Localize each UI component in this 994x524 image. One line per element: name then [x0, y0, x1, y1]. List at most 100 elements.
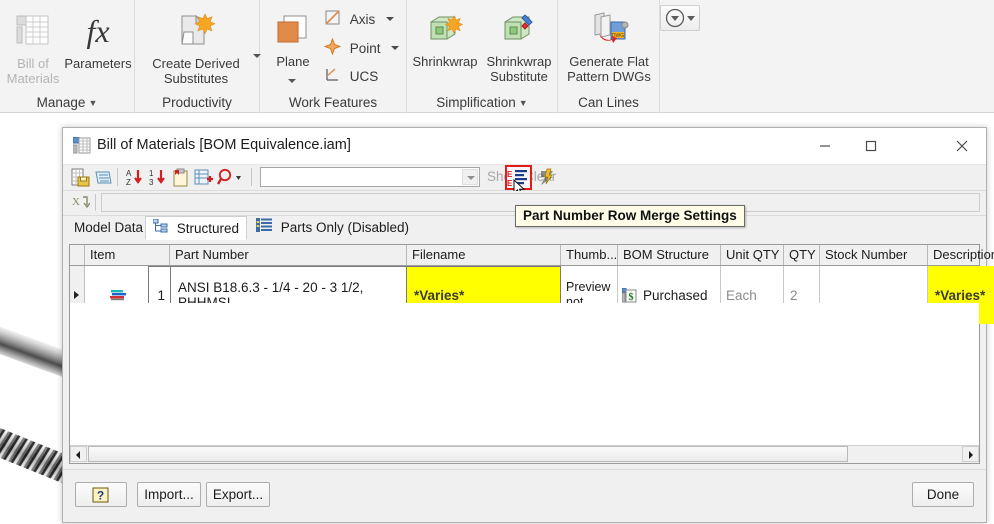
purchased-icon: $: [622, 288, 639, 303]
minimize-icon: [818, 139, 832, 153]
ucs-button[interactable]: UCS: [324, 66, 378, 86]
export-column-icon[interactable]: X: [71, 193, 90, 212]
svg-text:A: A: [126, 169, 132, 178]
bill-of-materials-label-line1: Bill of: [17, 56, 49, 71]
create-derived-substitutes-label-line2: Substitutes: [164, 71, 228, 86]
grid-header-filename[interactable]: Filename: [407, 245, 561, 265]
dialog-footer: ? Import... Export... Done: [63, 469, 986, 522]
bom-grid: Item Part Number Filename Thumb... BOM S…: [69, 244, 980, 464]
axis-icon: [324, 9, 341, 29]
panel-title-manage: Manage▼: [0, 95, 134, 110]
plane-dropdown-icon[interactable]: [288, 70, 296, 88]
panel-title-simplification: Simplification▼: [407, 95, 557, 110]
combo-dropdown-icon[interactable]: [462, 169, 478, 185]
ribbon-overflow-button[interactable]: [660, 5, 700, 31]
panel-title-manage-text: Manage: [37, 95, 86, 110]
maximize-icon: [864, 139, 878, 153]
grid-header-qty[interactable]: QTY: [784, 245, 820, 265]
panel-title-productivity: Productivity: [135, 95, 259, 110]
panel-title-work-features-text: Work Features: [289, 95, 377, 110]
scrollbar-thumb[interactable]: [88, 446, 848, 462]
help-button[interactable]: ?: [75, 482, 127, 507]
update-mass-properties-icon[interactable]: [537, 168, 559, 187]
sort-ascending-icon[interactable]: A Z: [125, 168, 144, 187]
grid-header-part-number[interactable]: Part Number: [170, 245, 407, 265]
create-derived-substitutes-icon: [137, 10, 255, 53]
axis-button[interactable]: Axis: [324, 9, 394, 29]
grid-header-item[interactable]: Item: [85, 245, 170, 265]
tooltip: Part Number Row Merge Settings: [515, 205, 745, 227]
toolbar-separator-1: [117, 168, 118, 186]
panel-title-can-lines: Can Lines: [558, 95, 659, 110]
dialog-title: Bill of Materials [BOM Equivalence.iam]: [97, 137, 351, 153]
point-label: Point: [350, 41, 381, 56]
tab-parts-only[interactable]: Parts Only (Disabled): [249, 216, 416, 240]
create-derived-substitutes-button[interactable]: Create Derived Substitutes: [137, 10, 255, 86]
grid-header-thumbnail[interactable]: Thumb...: [561, 245, 618, 265]
svg-text:fx: fx: [86, 13, 109, 49]
parameters-label: Parameters: [64, 56, 131, 71]
shrinkwrap-substitute-label-line2: Substitute: [490, 69, 548, 84]
simplification-panel-dropdown-icon[interactable]: ▼: [519, 98, 528, 108]
bill-of-materials-icon: [2, 10, 64, 53]
tab-model-data-label: Model Data: [74, 216, 143, 240]
minimize-button[interactable]: [802, 128, 848, 163]
sort-descending-icon[interactable]: 1 3: [148, 168, 167, 187]
point-button[interactable]: Point: [324, 38, 399, 58]
bill-of-materials-button[interactable]: Bill of Materials: [2, 10, 64, 86]
plane-label: Plane: [276, 54, 309, 69]
shrinkwrap-icon: [409, 12, 481, 51]
dialog-titlebar[interactable]: Bill of Materials [BOM Equivalence.iam]: [63, 128, 986, 165]
shrinkwrap-label: Shrinkwrap: [412, 54, 477, 69]
ribbon-panel-simplification: Shrinkwrap Shrinkwrap Substitute Simplif…: [407, 0, 558, 113]
bom-view-combo[interactable]: [260, 167, 480, 187]
import-button[interactable]: Import...: [137, 482, 201, 507]
bom-grid-header: Item Part Number Filename Thumb... BOM S…: [70, 245, 979, 266]
axis-label: Axis: [350, 12, 376, 27]
ribbon-panel-overflow: [660, 0, 994, 113]
toolbar-separator-2: [251, 168, 252, 186]
close-button[interactable]: [938, 128, 986, 163]
grid-header-bom-structure[interactable]: BOM Structure: [618, 245, 721, 265]
parameters-button[interactable]: fx Parameters: [62, 10, 134, 71]
add-custom-icon[interactable]: [171, 168, 190, 187]
panel-title-can-lines-text: Can Lines: [578, 95, 639, 110]
add-part-icon[interactable]: [194, 168, 213, 187]
grid-header-rowmarker: [70, 245, 85, 265]
grid-header-stock-number[interactable]: Stock Number: [820, 245, 928, 265]
create-derived-substitutes-label-line1: Create Derived: [152, 56, 239, 71]
generate-flat-pattern-dwgs-button[interactable]: DWG Generate Flat Pattern DWGs: [559, 12, 659, 84]
tab-structured[interactable]: Structured: [145, 216, 247, 240]
shrinkwrap-substitute-button[interactable]: Shrinkwrap Substitute: [481, 12, 557, 84]
bom-view-properties-icon[interactable]: [94, 168, 113, 187]
point-dropdown-icon[interactable]: [391, 46, 399, 50]
export-button[interactable]: Export...: [206, 482, 270, 507]
cell-bom-structure-label: Purchased: [643, 288, 708, 303]
grid-header-unit-qty[interactable]: Unit QTY: [721, 245, 784, 265]
scroll-left-button[interactable]: [70, 446, 87, 462]
dialog-toolbar: A Z 1 3: [63, 165, 986, 191]
grid-horizontal-scrollbar[interactable]: [70, 445, 979, 463]
maximize-button[interactable]: [848, 128, 894, 163]
grid-header-description[interactable]: Description: [928, 245, 994, 265]
svg-text:Z: Z: [126, 178, 131, 187]
point-icon: [324, 38, 341, 58]
filter-icon[interactable]: [217, 168, 243, 187]
save-bom-icon[interactable]: [71, 168, 90, 187]
scroll-right-button[interactable]: [962, 446, 979, 462]
generate-flat-pattern-label-line2: Pattern DWGs: [567, 69, 651, 84]
tab-parts-only-label: Parts Only (Disabled): [281, 216, 409, 240]
shrinkwrap-substitute-label-line1: Shrinkwrap: [486, 54, 551, 69]
done-button[interactable]: Done: [912, 482, 974, 507]
manage-panel-dropdown-icon[interactable]: ▼: [88, 98, 97, 108]
panel-title-work-features: Work Features: [260, 95, 406, 110]
ribbon-panel-work-features: Plane Axis: [260, 0, 407, 113]
shrinkwrap-button[interactable]: Shrinkwrap: [409, 12, 481, 69]
bill-of-materials-label-line2: Materials: [7, 71, 60, 86]
plane-icon: [264, 12, 322, 51]
plane-button[interactable]: Plane: [264, 12, 322, 69]
grid-empty-area[interactable]: [70, 303, 979, 446]
cell-thumbnail-line1: Preview: [566, 280, 610, 294]
axis-dropdown-icon[interactable]: [386, 17, 394, 21]
tab-model-data[interactable]: Model Data: [67, 216, 150, 240]
